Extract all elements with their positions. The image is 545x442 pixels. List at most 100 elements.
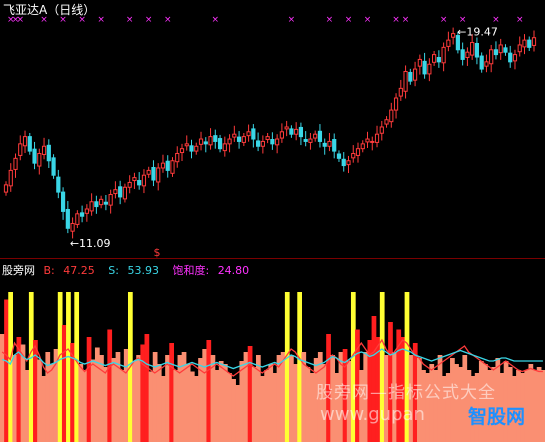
candle-body [203,141,208,145]
candle-body [179,148,185,154]
candle-body [479,55,484,70]
indicator-bar [78,364,84,442]
indicator-bar [173,370,179,442]
candle-body [389,109,394,123]
indicator-bar [165,355,170,442]
candle-body [341,158,346,167]
candle-body [251,128,256,140]
legend-sat-label: 饱和度: [172,264,210,277]
indicator-bar [61,325,67,442]
indicator-bar [57,292,63,442]
indicator-bar [136,355,141,442]
indicator-bar [107,329,113,442]
candle-body [303,139,308,142]
indicator-bar [49,364,55,442]
indicator-bar [132,361,137,442]
candle-body [265,136,270,141]
candle-body [27,136,32,152]
indicator-bar [66,292,71,442]
candle-body [332,139,337,152]
candle-body [198,138,204,145]
candle-body [374,133,380,143]
candle-body [232,133,237,138]
candle-body [427,63,432,75]
candle-body [89,201,94,212]
candle-body [531,37,537,46]
candle-body [346,160,351,166]
indicator-bar [264,370,269,442]
indicator-bar [297,292,303,442]
candle-body [365,138,370,143]
signal-marker: × [492,15,500,25]
candle-body [441,46,446,64]
candle-body [70,222,75,232]
candle-body [512,54,518,62]
candle-body [284,126,289,130]
candle-body [227,138,232,145]
candle-body [451,33,456,38]
indicator-bar [276,355,282,442]
candle-body [508,52,513,63]
indicator-bar [189,371,195,442]
indicator-bar [293,364,298,442]
candle-body [103,201,108,205]
indicator-bar [156,364,162,442]
indicator-bar [206,340,212,442]
candle-body [37,153,42,167]
candle-body [422,60,427,75]
candle-body [393,97,399,111]
signal-marker: × [164,15,172,25]
candle-body [384,119,389,125]
indicator-bar [284,292,290,442]
legend-b: B: 47.25 [44,264,100,277]
indicator-bar [24,370,30,442]
indicator-bar [540,370,545,442]
candle-body [184,143,189,147]
indicator-bar [429,364,435,442]
indicator-bar [41,376,47,442]
candle-body [108,194,113,206]
candle-body [208,136,213,146]
legend-b-value: 47.25 [63,264,95,277]
indicator-bar [185,364,191,442]
signal-marker: × [212,15,220,25]
indicator-bar [4,299,9,442]
candle-body [260,140,265,147]
indicator-bar [119,370,125,442]
indicator-bar [82,370,88,442]
indicator-bar [90,359,96,442]
candle-body [113,189,118,195]
indicator-bar [169,343,175,442]
chart-window: × × × × × × × × × × × × × × × × × × × × × ←19.47 ←11.09 $ 飞亚达A（… [0,0,545,442]
legend-sat-value: 24.80 [217,264,250,277]
candle-body [241,136,246,143]
candle-body [256,140,261,147]
candle-body [151,166,156,181]
candle-body [141,174,147,187]
candle-body [470,42,475,56]
candle-body [298,126,304,138]
indicator-bar [231,379,236,442]
candle-body [465,51,470,58]
candle-body [170,160,175,174]
candle-body [13,157,18,170]
indicator-bar [194,376,199,442]
indicator-bar [235,385,241,442]
indicator-bar [524,370,530,442]
indicator-name: 股旁网 [2,264,35,277]
indicator-legend: 股旁网 B: 47.25 S: 53.93 饱和度: 24.80 [2,262,259,278]
candle-body [118,186,123,198]
candle-body [308,138,313,143]
candle-body [84,208,89,214]
indicator-bar [8,292,13,442]
indicator-bar [218,361,224,442]
indicator-bar [239,361,245,442]
indicator-bar [536,367,542,442]
indicator-bar [222,364,228,442]
candle-body [270,139,275,145]
legend-s-value: 53.93 [127,264,159,277]
candle-body [336,153,342,159]
candle-body [355,148,361,156]
indicator-bar [305,367,311,442]
candle-body [484,61,489,67]
